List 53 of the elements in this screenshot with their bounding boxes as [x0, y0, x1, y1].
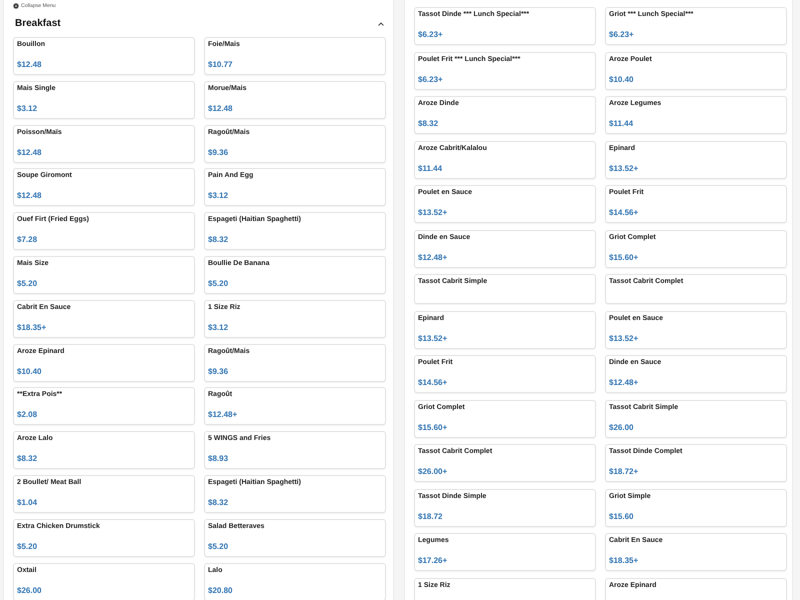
item-price: $12.48+ [418, 252, 448, 262]
item-price: $8.32 [17, 454, 38, 464]
item-price: $9.36 [208, 366, 228, 377]
item-price: $3.12 [17, 104, 38, 114]
item-price: $26.00 [609, 422, 634, 432]
item-price: $10.77 [208, 60, 232, 70]
chevron-up-icon[interactable] [378, 22, 384, 26]
item-price: $8.32 [418, 119, 438, 129]
item-price: $7.28 [17, 235, 38, 246]
item-price: $10.40 [17, 366, 42, 377]
item-price: $12.48+ [609, 378, 638, 388]
item-price: $15.60+ [609, 252, 638, 262]
item-price: $18.72+ [609, 467, 638, 477]
item-price: $8.32 [208, 498, 228, 508]
section-title: Breakfast [15, 17, 61, 31]
item-price: $14.56+ [609, 208, 638, 218]
item-price: $8.93 [208, 454, 228, 464]
item-price: $13.52+ [609, 164, 638, 174]
item-price: $13.52+ [418, 208, 448, 218]
item-price: $11.44 [418, 164, 442, 174]
item-price: $26.00+ [418, 467, 448, 477]
item-price: $3.12 [208, 322, 228, 333]
item-price: $18.72 [418, 512, 442, 522]
item-price: $5.20 [17, 278, 38, 289]
item-price: $8.32 [208, 235, 228, 246]
item-price: $11.44 [609, 119, 634, 129]
item-price: $6.23+ [418, 30, 443, 40]
item-price: $1.04 [17, 498, 38, 508]
item-price: $5.20 [208, 542, 228, 552]
item-price: $12.48 [208, 104, 232, 114]
item-price: $18.35+ [609, 556, 638, 566]
item-price: $6.23+ [609, 30, 634, 40]
item-price: $2.08 [17, 410, 38, 420]
gear-icon [13, 3, 19, 9]
item-price: $12.48+ [208, 410, 238, 420]
item-price: $15.60 [609, 512, 634, 522]
item-price: $3.12 [208, 191, 228, 202]
item-price: $17.26+ [418, 556, 448, 566]
item-price: $18.35+ [17, 322, 46, 333]
item-price: $26.00 [17, 586, 42, 596]
item-price: $20.80 [208, 586, 232, 596]
item-price: $12.48 [17, 148, 42, 158]
item-price: $13.52+ [418, 334, 448, 344]
item-price: $14.56+ [418, 378, 448, 388]
item-price: $13.52+ [609, 334, 638, 344]
item-price: $5.20 [208, 278, 228, 289]
item-price: $15.60+ [418, 422, 448, 432]
item-price: $5.20 [17, 542, 38, 552]
item-price: $9.36 [208, 148, 228, 158]
item-price: $12.48 [17, 191, 42, 202]
item-price: $12.48 [17, 60, 42, 70]
item-price: $6.23+ [418, 74, 443, 84]
item-price: $10.40 [609, 74, 634, 84]
